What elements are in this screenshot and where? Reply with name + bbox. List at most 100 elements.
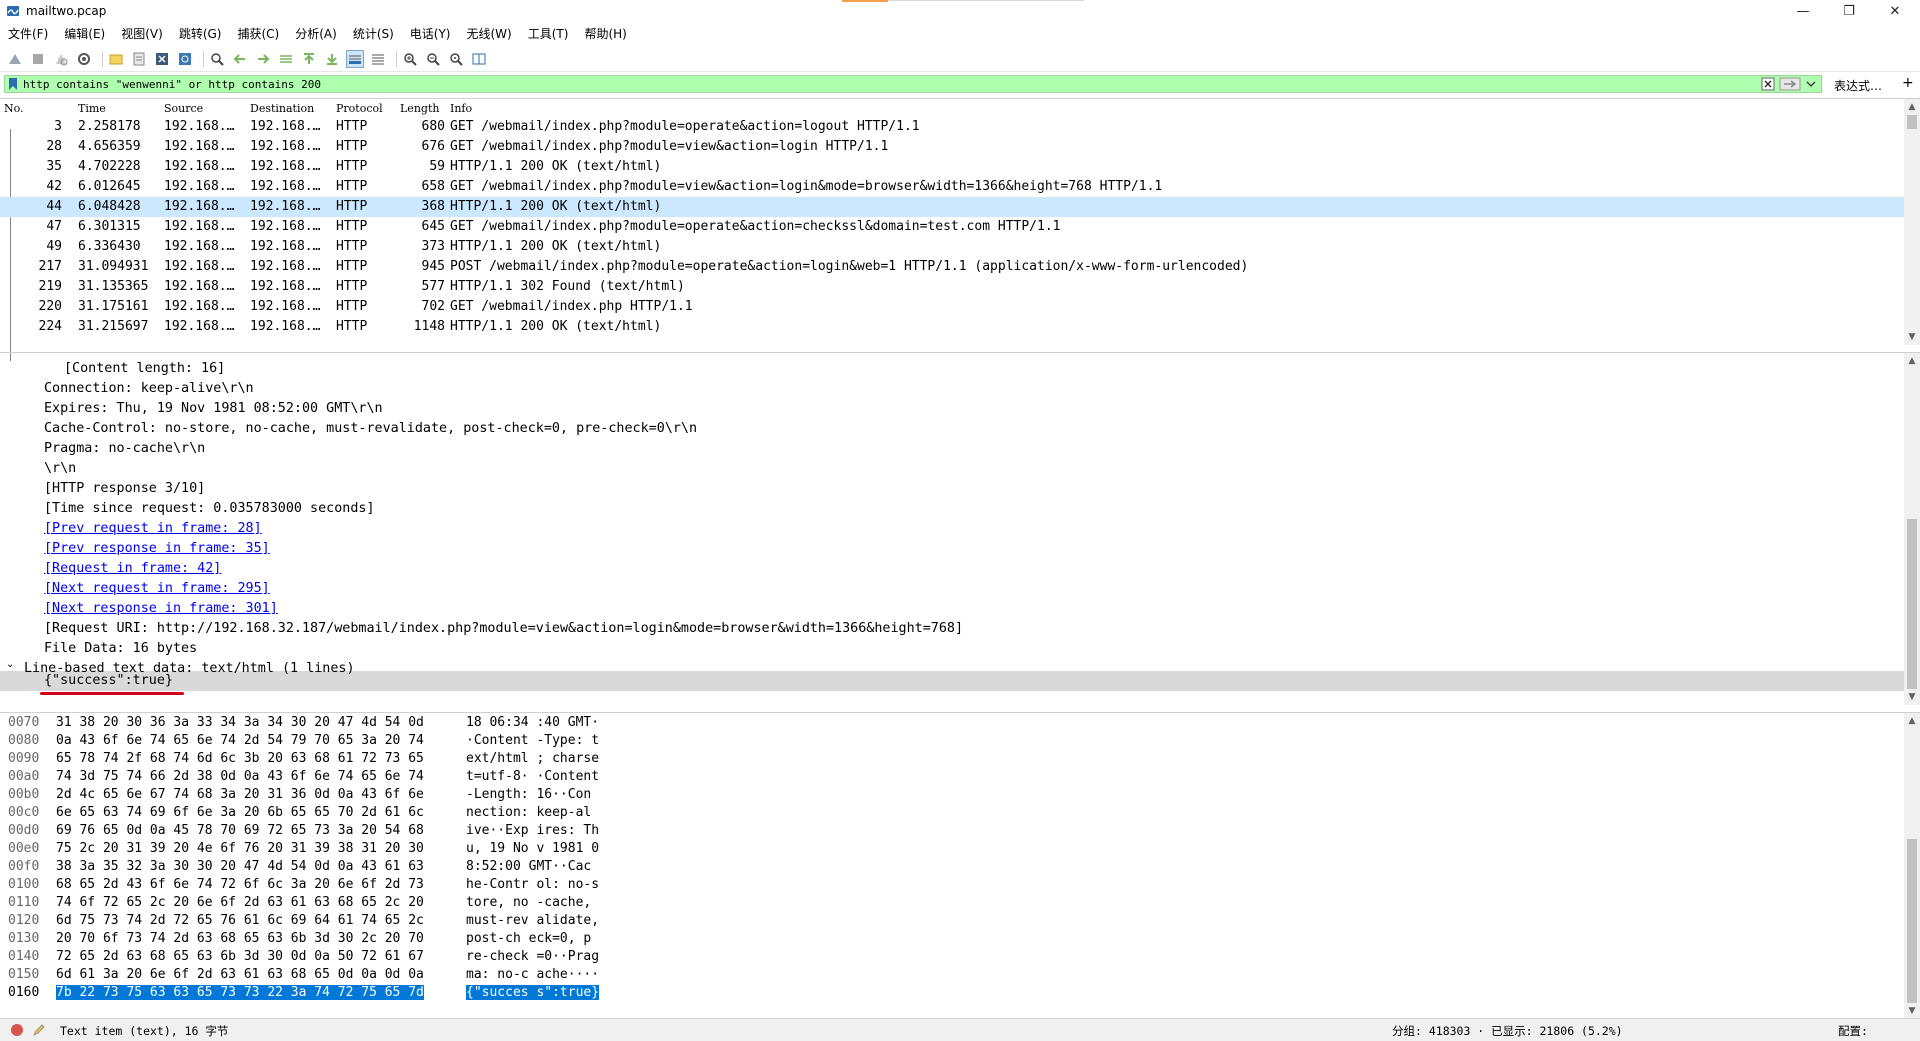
scroll-up-icon[interactable]: ▲ [1904,99,1920,115]
request-link[interactable]: [Request in frame: 42] [44,561,221,581]
save-icon[interactable] [130,50,148,68]
detail-line[interactable]: [Request URI: http://192.168.32.187/webm… [44,621,963,641]
add-filter-button[interactable]: + [1902,75,1914,91]
packet-row[interactable]: 42 6.012645 192.168.… 192.168.… HTTP 658 GET /… [0,177,1904,197]
scroll-up-icon[interactable]: ▲ [1904,713,1920,729]
annotation-underline [40,692,184,695]
filter-text: http contains "wenwenni" or http contain… [23,77,322,91]
scroll-thumb[interactable] [1907,519,1917,689]
next-request-link[interactable]: [Next request in frame: 295] [44,581,270,601]
reload-icon[interactable] [176,50,194,68]
bookmark-icon[interactable] [8,78,18,90]
zoom-reset-icon[interactable] [447,50,465,68]
prev-request-link[interactable]: [Prev request in frame: 28] [44,521,262,541]
scroll-thumb[interactable] [1907,115,1917,129]
expand-chevron-icon[interactable]: ⌄ [6,659,14,670]
packet-list-header: No. Time Source Destination Protocol Len… [0,99,1904,117]
detail-line[interactable]: Pragma: no-cache\r\n [44,441,205,461]
options-icon[interactable] [75,50,93,68]
clear-filter-icon[interactable] [1761,77,1775,91]
menu-go[interactable]: 跳转(G) [179,25,222,42]
menu-wireless[interactable]: 无线(W) [467,25,512,42]
column-info[interactable]: Info [450,102,472,115]
column-no[interactable]: No. [4,102,24,115]
packet-row[interactable]: 219 31.135365 192.168.… 192.168.… HTTP 577 HTT… [0,277,1904,297]
prev-response-link[interactable]: [Prev response in frame: 35] [44,541,270,561]
detail-line[interactable]: Expires: Thu, 19 Nov 1981 08:52:00 GMT\r… [44,401,383,421]
menu-bar: 文件(F) 编辑(E) 视图(V) 跳转(G) 捕获(C) 分析(A) 统计(S… [0,22,1920,44]
menu-edit[interactable]: 编辑(E) [64,25,105,42]
scroll-up-icon[interactable]: ▲ [1904,353,1920,369]
packet-row[interactable]: 28 4.656359 192.168.… 192.168.… HTTP 676 GET /… [0,137,1904,157]
detail-line[interactable]: File Data: 16 bytes [44,641,197,661]
detail-line[interactable]: \r\n [44,461,76,481]
packet-row[interactable]: 47 6.301315 192.168.… 192.168.… HTTP 645 GET /… [0,217,1904,237]
back-icon[interactable] [231,50,249,68]
resize-columns-icon[interactable] [470,50,488,68]
wireshark-icon [7,6,19,16]
title-bar: mailtwo.pcap — ❐ ✕ [0,0,1920,22]
scroll-down-icon[interactable]: ▼ [1904,689,1920,705]
next-response-link[interactable]: [Next response in frame: 301] [44,601,278,621]
packet-row[interactable]: 224 31.215697 192.168.… 192.168.… HTTP 1148 HT… [0,317,1904,337]
details-scrollbar[interactable]: ▲ ▼ [1904,353,1920,705]
column-destination[interactable]: Destination [250,102,314,115]
detail-line[interactable]: Cache-Control: no-store, no-cache, must-… [44,421,697,441]
packet-row[interactable]: 49 6.336430 192.168.… 192.168.… HTTP 373 HTTP/… [0,237,1904,257]
detail-line[interactable]: Connection: keep-alive\r\n [44,381,254,401]
forward-icon[interactable] [254,50,272,68]
window-title: mailtwo.pcap [26,4,107,18]
close-button[interactable]: ✕ [1872,0,1918,22]
bytes-scrollbar[interactable]: ▲ ▼ [1904,713,1920,1019]
column-protocol[interactable]: Protocol [336,102,383,115]
menu-capture[interactable]: 捕获(C) [237,25,279,42]
find-icon[interactable] [208,50,226,68]
goto-icon[interactable] [277,50,295,68]
display-filter-input[interactable]: http contains "wenwenni" or http contain… [4,75,1822,93]
scroll-down-icon[interactable]: ▼ [1904,1003,1920,1019]
stop-icon[interactable] [29,50,47,68]
menu-tools[interactable]: 工具(T) [528,25,569,42]
filter-history-dropdown-icon[interactable] [1805,77,1817,91]
packet-row[interactable]: 220 31.175161 192.168.… 192.168.… HTTP 702 GET… [0,297,1904,317]
expert-info-icon[interactable] [10,1023,24,1037]
minimize-button[interactable]: — [1780,0,1826,22]
autoscroll-icon[interactable] [346,49,364,68]
expression-button[interactable]: 表达式… [1834,77,1882,94]
close-file-icon[interactable] [153,50,171,68]
packet-row[interactable]: 3 2.258178 192.168.… 192.168.… HTTP 680 GET /w… [0,117,1904,137]
column-time[interactable]: Time [78,102,106,115]
first-packet-icon[interactable] [300,50,318,68]
restart-icon[interactable] [52,50,70,68]
menu-view[interactable]: 视图(V) [121,25,163,42]
column-length[interactable]: Length [400,102,439,115]
apply-filter-icon[interactable] [1779,77,1801,91]
menu-analyze[interactable]: 分析(A) [295,25,337,42]
menu-statistics[interactable]: 统计(S) [353,25,394,42]
detail-line-selected[interactable]: {"success":true} [44,673,173,693]
packet-details-pane: [Content length: 16] Connection: keep-al… [0,352,1920,706]
packet-row-selected[interactable]: 44 6.048428 192.168.… 192.168.… HTTP 368 HTTP/… [0,197,1904,217]
packet-list-scrollbar[interactable]: ▲ ▼ [1904,99,1920,345]
status-profile[interactable]: 配置: Default [1838,1023,1920,1041]
status-item-text: Text item (text), 16 字节 [60,1024,229,1038]
restore-button[interactable]: ❐ [1826,0,1872,22]
shark-start-icon[interactable] [6,50,24,68]
column-source[interactable]: Source [164,102,203,115]
last-packet-icon[interactable] [323,50,341,68]
detail-line[interactable]: [Content length: 16] [64,361,225,381]
edit-comment-icon[interactable] [32,1023,46,1037]
open-file-icon[interactable] [107,50,125,68]
zoom-in-icon[interactable] [401,50,419,68]
zoom-out-icon[interactable] [424,50,442,68]
scroll-down-icon[interactable]: ▼ [1904,329,1920,345]
colorize-icon[interactable] [369,50,387,68]
menu-help[interactable]: 帮助(H) [584,25,626,42]
menu-telephony[interactable]: 电话(Y) [410,25,451,42]
detail-line[interactable]: [Time since request: 0.035783000 seconds… [44,501,375,521]
packet-row[interactable]: 35 4.702228 192.168.… 192.168.… HTTP 59 HTTP/1… [0,157,1904,177]
menu-file[interactable]: 文件(F) [8,25,48,42]
detail-line[interactable]: [HTTP response 3/10] [44,481,205,501]
packet-row[interactable]: 217 31.094931 192.168.… 192.168.… HTTP 945 POS… [0,257,1904,277]
scroll-thumb[interactable] [1907,839,1917,1003]
